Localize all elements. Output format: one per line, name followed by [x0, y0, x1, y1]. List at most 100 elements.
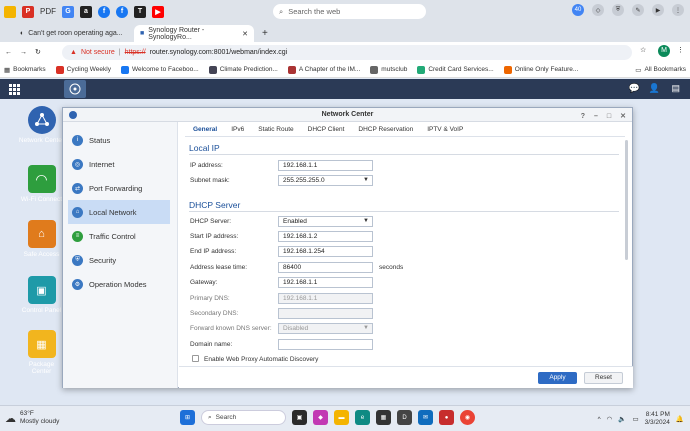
dhcp-server-select[interactable]: Enabled ▼ [278, 216, 373, 227]
gateway-field[interactable]: 192.168.1.1 [278, 277, 373, 288]
profile-avatar[interactable]: M [658, 45, 670, 57]
scrollbar[interactable] [625, 140, 628, 260]
maximize-icon[interactable]: □ [607, 110, 611, 124]
lease-time-field[interactable]: 86400 [278, 262, 373, 273]
wpad-checkbox[interactable] [192, 355, 199, 362]
user-icon[interactable]: 👤 [649, 83, 660, 94]
mail-icon[interactable]: ✉ [418, 410, 433, 425]
desktop-safe-access[interactable]: ⌂ Safe Access [14, 220, 69, 258]
forward-dns-select[interactable]: Disabled ▼ [278, 323, 373, 334]
new-tab-button[interactable]: + [256, 25, 274, 42]
sidebar-item-internet[interactable]: ◎ Internet [68, 152, 170, 176]
tab-ipv6[interactable]: IPv6 [231, 126, 244, 133]
chrome-icon[interactable]: ◉ [460, 410, 475, 425]
store-icon[interactable]: ▦ [376, 410, 391, 425]
sidebar-item-status[interactable]: i Status [68, 128, 170, 152]
battery-icon[interactable]: ▭ [632, 415, 638, 423]
window-title-bar[interactable]: Network Center ? – □ ✕ [63, 108, 632, 122]
pdf-label[interactable]: PDF [40, 7, 56, 16]
reload-icon[interactable]: ↻ [35, 48, 41, 56]
nyt-icon[interactable]: T [134, 5, 146, 18]
desktop-wifi-connect[interactable]: ◠ Wi-Fi Connect [14, 165, 69, 203]
youtube-icon[interactable]: ▶ [152, 5, 164, 18]
note-icon[interactable]: ✎ [632, 4, 644, 16]
dell-icon[interactable]: D [397, 410, 412, 425]
extension-badge[interactable]: 40 [572, 4, 584, 16]
bookmark-item[interactable]: Climate Prediction... [208, 65, 278, 74]
app-icon[interactable]: ● [439, 410, 454, 425]
google-icon[interactable]: G [62, 5, 74, 18]
windows-taskbar: ☁ 63°F Mostly cloudy ⊞ ⌕ Search ▣ ◆ ▬ e ▦ … [0, 405, 690, 431]
clock[interactable]: 8:41 PM 3/3/2024 [645, 411, 670, 427]
close-window-icon[interactable]: ✕ [620, 110, 626, 124]
minimize-icon[interactable]: – [594, 110, 598, 124]
extension-icon[interactable]: ◇ [592, 4, 604, 16]
url-field[interactable]: ▲ Not secure | https:// router.synology.… [62, 45, 632, 60]
taskbar-search[interactable]: ⌕ Search [201, 410, 286, 425]
desktop-package-center[interactable]: ▦ Package Center [14, 330, 69, 375]
file-explorer-icon[interactable]: ▬ [334, 410, 349, 425]
pdf-icon[interactable]: P [22, 5, 34, 18]
bookmark-item[interactable]: Cycling Weekly [55, 65, 111, 74]
sidebar-item-operation-modes[interactable]: ⚙ Operation Modes [68, 272, 170, 296]
desktop-network-center[interactable]: Network Center [14, 106, 69, 144]
search-the-web-box[interactable]: ⌕ Search the web [273, 4, 426, 19]
sidebar-item-port-forwarding[interactable]: ⇄ Port Forwarding [68, 176, 170, 200]
sidebar: i Status ◎ Internet ⇄ Port Forwarding ⌂ Loca… [63, 122, 178, 388]
ip-address-field[interactable]: 192.168.1.1 [278, 160, 373, 171]
facebook-icon[interactable]: f [98, 5, 110, 18]
shield-icon[interactable]: ⛨ [612, 4, 624, 16]
volume-icon[interactable]: 🔈 [618, 415, 626, 423]
tab-general[interactable]: General [193, 126, 217, 133]
menu-icon[interactable]: ⋮ [672, 4, 684, 16]
desktop-control-panel[interactable]: ▣ Control Panel [14, 276, 69, 314]
task-view-icon[interactable]: ▣ [292, 410, 307, 425]
help-icon[interactable]: ? [581, 110, 585, 124]
tab-roon[interactable]: ◐ Can't get roon operating aga... [14, 25, 134, 42]
apply-button[interactable]: Apply [538, 372, 577, 384]
chat-icon[interactable]: 💬 [629, 83, 640, 94]
chevron-up-icon[interactable]: ^ [598, 416, 601, 423]
wifi-tray-icon[interactable]: ◠ [607, 415, 613, 423]
subnet-mask-select[interactable]: 255.255.255.0 ▼ [278, 175, 373, 186]
main-menu-icon[interactable] [9, 84, 20, 95]
reset-button[interactable]: Reset [584, 372, 623, 384]
menu-icon-2[interactable]: ⋮ [677, 46, 684, 54]
back-icon[interactable]: ← [5, 49, 12, 56]
folder-icon[interactable] [4, 5, 16, 18]
weather-widget[interactable]: ☁ 63°F Mostly cloudy [5, 410, 59, 426]
facebook-icon-2[interactable]: f [116, 5, 128, 18]
star-icon[interactable]: ☆ [640, 46, 646, 54]
bookmark-item[interactable]: ▦ Bookmarks [4, 66, 46, 74]
edge-icon[interactable]: e [355, 410, 370, 425]
tab-dhcp-client[interactable]: DHCP Client [308, 126, 345, 133]
secondary-dns-field[interactable] [278, 308, 373, 319]
tab-dhcp-reservation[interactable]: DHCP Reservation [358, 126, 413, 133]
amazon-icon[interactable]: a [80, 5, 92, 18]
start-ip-field[interactable]: 192.168.1.2 [278, 231, 373, 242]
windows-start-icon[interactable]: ⊞ [180, 410, 195, 425]
tab-iptv-voip[interactable]: IPTV & VoIP [427, 126, 463, 133]
primary-dns-field[interactable]: 192.168.1.1 [278, 293, 373, 304]
all-bookmarks[interactable]: ▭ All Bookmarks [635, 66, 686, 74]
bookmark-item[interactable]: mutsclub [370, 65, 407, 74]
sidebar-item-local-network[interactable]: ⌂ Local Network [68, 200, 170, 224]
network-center-taskbar-button[interactable] [64, 80, 86, 98]
widgets-icon[interactable]: ◆ [313, 410, 328, 425]
notification-icon[interactable]: 🔔 [676, 415, 684, 423]
end-ip-field[interactable]: 192.168.1.254 [278, 246, 373, 257]
sidebar-item-traffic-control[interactable]: ≡ Traffic Control [68, 224, 170, 248]
options-icon[interactable]: ▤ [671, 83, 680, 94]
tab-static-route[interactable]: Static Route [258, 126, 293, 133]
chevron-down-icon: ▼ [363, 325, 369, 331]
tab-synology[interactable]: ■ Synology Router - SynologyRo... ✕ [134, 25, 254, 42]
sidebar-item-security[interactable]: ⛨ Security [68, 248, 170, 272]
close-icon[interactable]: ✕ [242, 30, 248, 38]
bookmark-item[interactable]: Online Only Feature... [503, 65, 578, 74]
bookmark-item[interactable]: Welcome to Faceboo... [120, 65, 199, 74]
play-icon[interactable]: ▶ [652, 4, 664, 16]
bookmark-item[interactable]: Credit Card Services... [417, 65, 494, 74]
forward-icon[interactable]: → [20, 49, 27, 56]
bookmark-item[interactable]: A Chapter of the IM... [287, 65, 360, 74]
domain-name-field[interactable] [278, 339, 373, 350]
